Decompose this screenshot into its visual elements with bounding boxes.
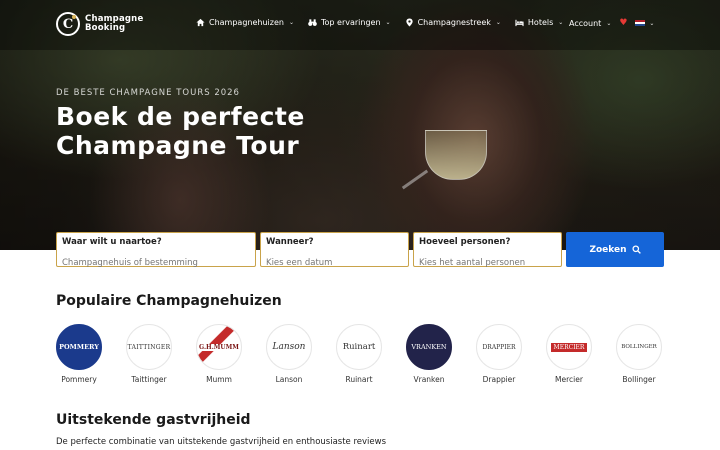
top-navbar: C Champagne Booking Champagnehuizen ⌄ Top… <box>0 0 720 50</box>
account-menu[interactable]: Account ⌄ <box>569 19 611 28</box>
hero-title: Boek de perfecte Champagne Tour <box>56 102 305 160</box>
brand-logo-icon: C <box>56 12 80 36</box>
pommery-logo: POMMERY <box>56 324 102 370</box>
search-icon <box>631 245 641 254</box>
heart-icon[interactable]: ♥ <box>619 18 627 28</box>
binoculars-icon <box>308 19 317 26</box>
house-item-mercier[interactable]: MERCIER Mercier <box>546 324 592 384</box>
destination-field[interactable]: Waar wilt u naartoe? <box>56 232 256 268</box>
taittinger-logo: TAITTINGER <box>126 324 172 370</box>
house-item-ruinart[interactable]: Ruinart Ruinart <box>336 324 382 384</box>
persons-field[interactable]: Hoeveel personen? <box>413 232 562 268</box>
house-icon <box>196 18 205 27</box>
lanson-logo: Lanson <box>266 324 312 370</box>
chevron-down-icon: ⌄ <box>606 19 612 27</box>
chevron-down-icon: ⌄ <box>558 19 564 26</box>
nav-item-top-ervaringen[interactable]: Top ervaringen ⌄ <box>308 18 391 27</box>
bed-icon <box>515 19 524 27</box>
brand-name: Champagne Booking <box>85 13 144 33</box>
mumm-logo: G.H.MUMM <box>196 324 242 370</box>
houses-list: POMMERY Pommery TAITTINGER Taittinger G.… <box>56 324 662 384</box>
house-item-mumm[interactable]: G.H.MUMM Mumm <box>196 324 242 384</box>
drappier-logo: DRAPPIER <box>476 324 522 370</box>
map-pin-icon <box>405 18 413 27</box>
hero-title-line-2: Champagne Tour <box>56 131 300 160</box>
language-selector[interactable]: ⌄ <box>635 19 655 27</box>
chevron-down-icon: ⌄ <box>495 19 501 26</box>
nav-item-champagnestreek[interactable]: Champagnestreek ⌄ <box>405 18 501 27</box>
house-item-vranken[interactable]: VRANKEN Vranken <box>406 324 452 384</box>
house-item-taittinger[interactable]: TAITTINGER Taittinger <box>126 324 172 384</box>
date-field[interactable]: Wanneer? <box>260 232 409 268</box>
popular-houses-heading: Populaire Champagnehuizen <box>56 293 282 309</box>
persons-input[interactable] <box>419 258 556 268</box>
brand-logo[interactable]: C Champagne Booking <box>56 12 143 36</box>
house-item-bollinger[interactable]: BOLLINGER Bollinger <box>616 324 662 384</box>
hero-subtitle: DE BESTE CHAMPAGNE TOURS 2026 <box>56 88 240 98</box>
date-input[interactable] <box>266 258 403 268</box>
house-item-drappier[interactable]: DRAPPIER Drappier <box>476 324 522 384</box>
destination-input[interactable] <box>62 258 250 268</box>
search-button[interactable]: Zoeken <box>566 232 664 267</box>
chevron-down-icon: ⌄ <box>649 19 655 27</box>
nav-right-group: Account ⌄ ♥ ⌄ <box>569 18 654 28</box>
house-item-pommery[interactable]: POMMERY Pommery <box>56 324 102 384</box>
nav-item-hotels[interactable]: Hotels ⌄ <box>515 18 563 27</box>
hospitality-heading: Uitstekende gastvrijheid <box>56 412 251 428</box>
hospitality-description: De perfecte combinatie van uitstekende g… <box>56 437 387 447</box>
vranken-logo: VRANKEN <box>406 324 452 370</box>
search-button-label: Zoeken <box>589 244 627 255</box>
dutch-flag-icon <box>635 19 646 27</box>
destination-label: Waar wilt u naartoe? <box>62 237 162 247</box>
nav-item-champagnehuizen[interactable]: Champagnehuizen ⌄ <box>196 18 294 27</box>
chevron-down-icon: ⌄ <box>385 19 391 26</box>
mercier-logo: MERCIER <box>546 324 592 370</box>
date-label: Wanneer? <box>266 237 314 247</box>
bollinger-logo: BOLLINGER <box>616 324 662 370</box>
persons-label: Hoeveel personen? <box>419 237 511 247</box>
ruinart-logo: Ruinart <box>336 324 382 370</box>
main-menu: Champagnehuizen ⌄ Top ervaringen ⌄ Champag… <box>196 18 563 27</box>
house-item-lanson[interactable]: Lanson Lanson <box>266 324 312 384</box>
hero-title-line-1: Boek de perfecte <box>56 102 305 131</box>
chevron-down-icon: ⌄ <box>288 19 294 26</box>
